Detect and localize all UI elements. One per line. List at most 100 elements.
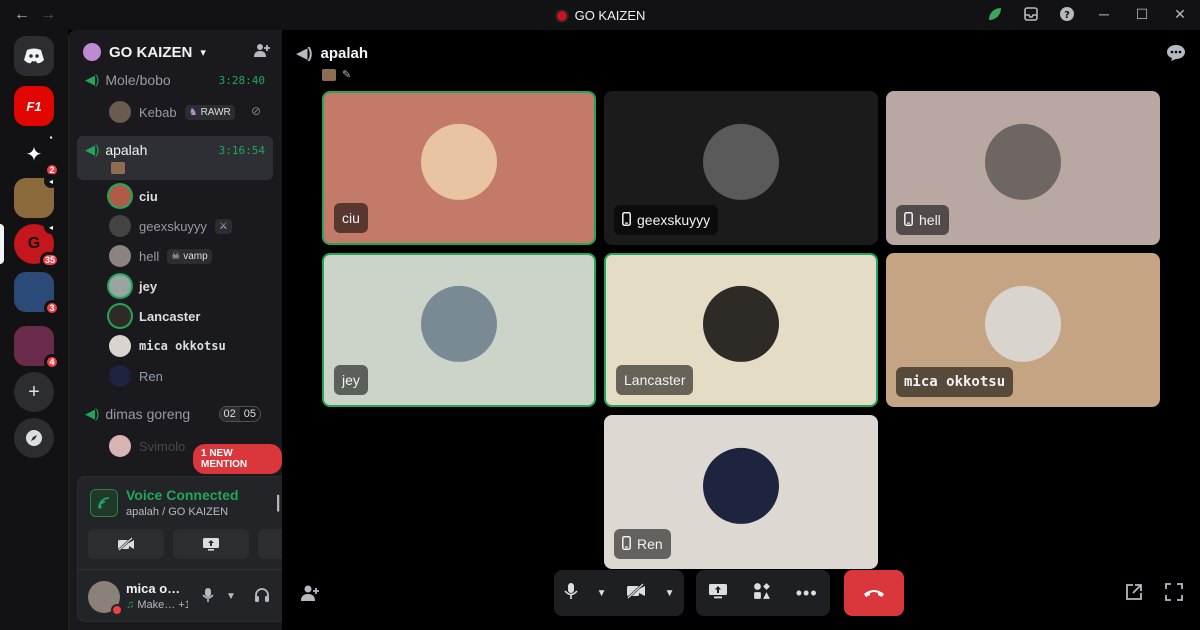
channel-title: apalah — [320, 44, 369, 62]
plus-icon: + — [28, 380, 40, 403]
participant-tile[interactable]: geexskuyyy — [604, 91, 878, 245]
new-mention-banner[interactable]: 1 NEW MENTION — [193, 444, 282, 474]
participant-name-tag: geexskuyyy — [614, 205, 719, 235]
title-bar: ← → GO KAIZEN ? ─ ☐ ✕ — [0, 0, 1200, 30]
minimize-button[interactable]: ─ — [1094, 6, 1114, 22]
voice-channel-mole-bobo[interactable]: ◀) Mole/bobo 3:28:40 — [77, 68, 273, 92]
add-server-button[interactable]: + — [14, 372, 54, 412]
participant-name-tag: Ren — [614, 529, 671, 559]
speaker-indicator-icon: ◂ — [44, 220, 58, 234]
participant-name: jey — [342, 372, 360, 388]
voice-connected-label[interactable]: Voice Connected — [126, 487, 239, 503]
speaker-icon: ◀) — [85, 406, 100, 421]
member-item[interactable]: Ren — [109, 364, 163, 388]
member-item[interactable]: jey — [109, 274, 157, 298]
guild-logo-icon — [554, 8, 569, 23]
chevron-down-icon[interactable]: ▼ — [665, 588, 675, 599]
inbox-icon[interactable] — [1022, 5, 1040, 23]
share-screen-button[interactable] — [173, 529, 249, 559]
avatar — [109, 245, 131, 267]
svg-text:?: ? — [1064, 10, 1070, 21]
discover-button[interactable] — [14, 418, 54, 458]
guild-name: GO KAIZEN — [109, 43, 193, 61]
participant-tile[interactable]: jey — [322, 253, 596, 407]
leaf-icon[interactable] — [986, 5, 1004, 23]
avatar — [109, 435, 131, 457]
invite-to-call-icon[interactable] — [300, 584, 320, 607]
server-butterfly[interactable]: ✦ ▪ 2 — [14, 130, 60, 178]
member-name: mica okkotsu — [139, 339, 226, 353]
voice-stage: ◀) apalah ✎ ciu geexskuyyy hell jey Lancaste… — [282, 30, 1200, 630]
microphone-button[interactable] — [563, 582, 578, 604]
channel-name: apalah — [105, 142, 148, 158]
fullscreen-icon[interactable] — [1164, 582, 1184, 607]
share-screen-button[interactable] — [708, 583, 728, 603]
discord-logo-icon — [24, 48, 44, 64]
member-name: Svimolo — [139, 438, 186, 454]
member-item[interactable]: Kebab ♞ RAWR — [109, 100, 235, 124]
member-item[interactable]: Lancaster — [109, 304, 200, 328]
user-avatar[interactable] — [88, 581, 123, 616]
close-button[interactable]: ✕ — [1170, 6, 1190, 23]
channel-sidebar: GO KAIZEN ▾ ◀) Mole/bobo 3:28:40 Kebab ♞… — [68, 30, 343, 630]
member-name: Kebab — [139, 104, 177, 120]
camera-off-icon — [118, 537, 134, 551]
connection-signal-icon[interactable] — [90, 489, 118, 517]
chat-bubble-icon[interactable] — [1166, 44, 1186, 67]
participant-name-tag: hell — [896, 205, 949, 235]
voice-channel-apalah[interactable]: ◀) apalah 3:16:54 — [77, 136, 273, 180]
participant-tile[interactable]: hell — [886, 91, 1160, 245]
participant-name: hell — [919, 212, 941, 228]
voice-channel-dimas-goreng[interactable]: ◀) dimas goreng 02 05 — [77, 402, 273, 426]
headphones-button[interactable] — [254, 587, 270, 606]
participant-tile[interactable]: Lancaster — [604, 253, 878, 407]
edit-pencil-icon[interactable]: ✎ — [342, 68, 351, 81]
server-folder-1[interactable]: 3 — [14, 272, 60, 316]
participant-name: Ren — [637, 536, 663, 552]
chevron-down-icon[interactable]: ▼ — [597, 588, 607, 599]
participant-tile[interactable]: mica okkotsu — [886, 253, 1160, 407]
mention-badge: 3 — [44, 300, 60, 316]
server-photo[interactable]: ◂ — [14, 174, 58, 218]
chevron-down-icon[interactable]: ▼ — [226, 591, 236, 602]
user-name[interactable]: mica o… — [126, 581, 188, 596]
participant-avatar — [703, 447, 779, 524]
server-go-kaizen[interactable]: G ◂ 35 — [14, 220, 60, 268]
invite-people-icon[interactable] — [253, 42, 271, 62]
member-name: Lancaster — [139, 308, 201, 324]
member-item[interactable]: mica okkotsu — [109, 334, 226, 358]
member-name: jey — [139, 278, 158, 294]
member-item[interactable]: ciu — [109, 184, 158, 208]
pop-out-icon[interactable] — [1124, 582, 1144, 607]
share-controls: ••• — [696, 570, 830, 616]
mobile-phone-icon — [622, 211, 631, 229]
discord-home-button[interactable] — [14, 36, 54, 76]
camera-toggle-button[interactable] — [626, 583, 646, 603]
member-item[interactable]: Svimolo — [109, 434, 185, 458]
participant-tile[interactable]: ciu — [322, 91, 596, 245]
mention-badge: 35 — [39, 252, 60, 268]
avatar — [109, 185, 131, 207]
member-name: ciu — [139, 188, 158, 204]
chevron-down-icon: ▾ — [200, 46, 206, 59]
title-actions: ? ─ ☐ ✕ — [986, 5, 1190, 23]
camera-toggle-button[interactable] — [88, 529, 164, 559]
activities-button[interactable] — [753, 582, 771, 604]
microphone-button[interactable] — [202, 587, 214, 606]
mobile-phone-icon — [622, 535, 631, 553]
maximize-button[interactable]: ☐ — [1132, 6, 1152, 23]
avatar — [109, 101, 131, 123]
butterfly-icon: ✦ — [25, 143, 43, 166]
server-folder-2[interactable]: 4 — [14, 326, 60, 370]
member-tag: ☠ vamp — [167, 248, 212, 264]
server-f1[interactable]: F1 — [14, 86, 54, 126]
voice-location[interactable]: apalah / GO KAIZEN — [126, 506, 228, 518]
member-item[interactable]: hell ☠ vamp — [109, 244, 212, 268]
participant-tile[interactable]: Ren — [604, 415, 878, 569]
channel-name: Mole/bobo — [105, 72, 171, 88]
disconnect-button[interactable] — [844, 570, 904, 616]
more-options-icon[interactable]: ••• — [796, 583, 818, 604]
mention-badge: 4 — [44, 354, 60, 370]
help-icon[interactable]: ? — [1058, 5, 1076, 23]
member-item[interactable]: geexskuyyy ⚔ — [109, 214, 232, 238]
